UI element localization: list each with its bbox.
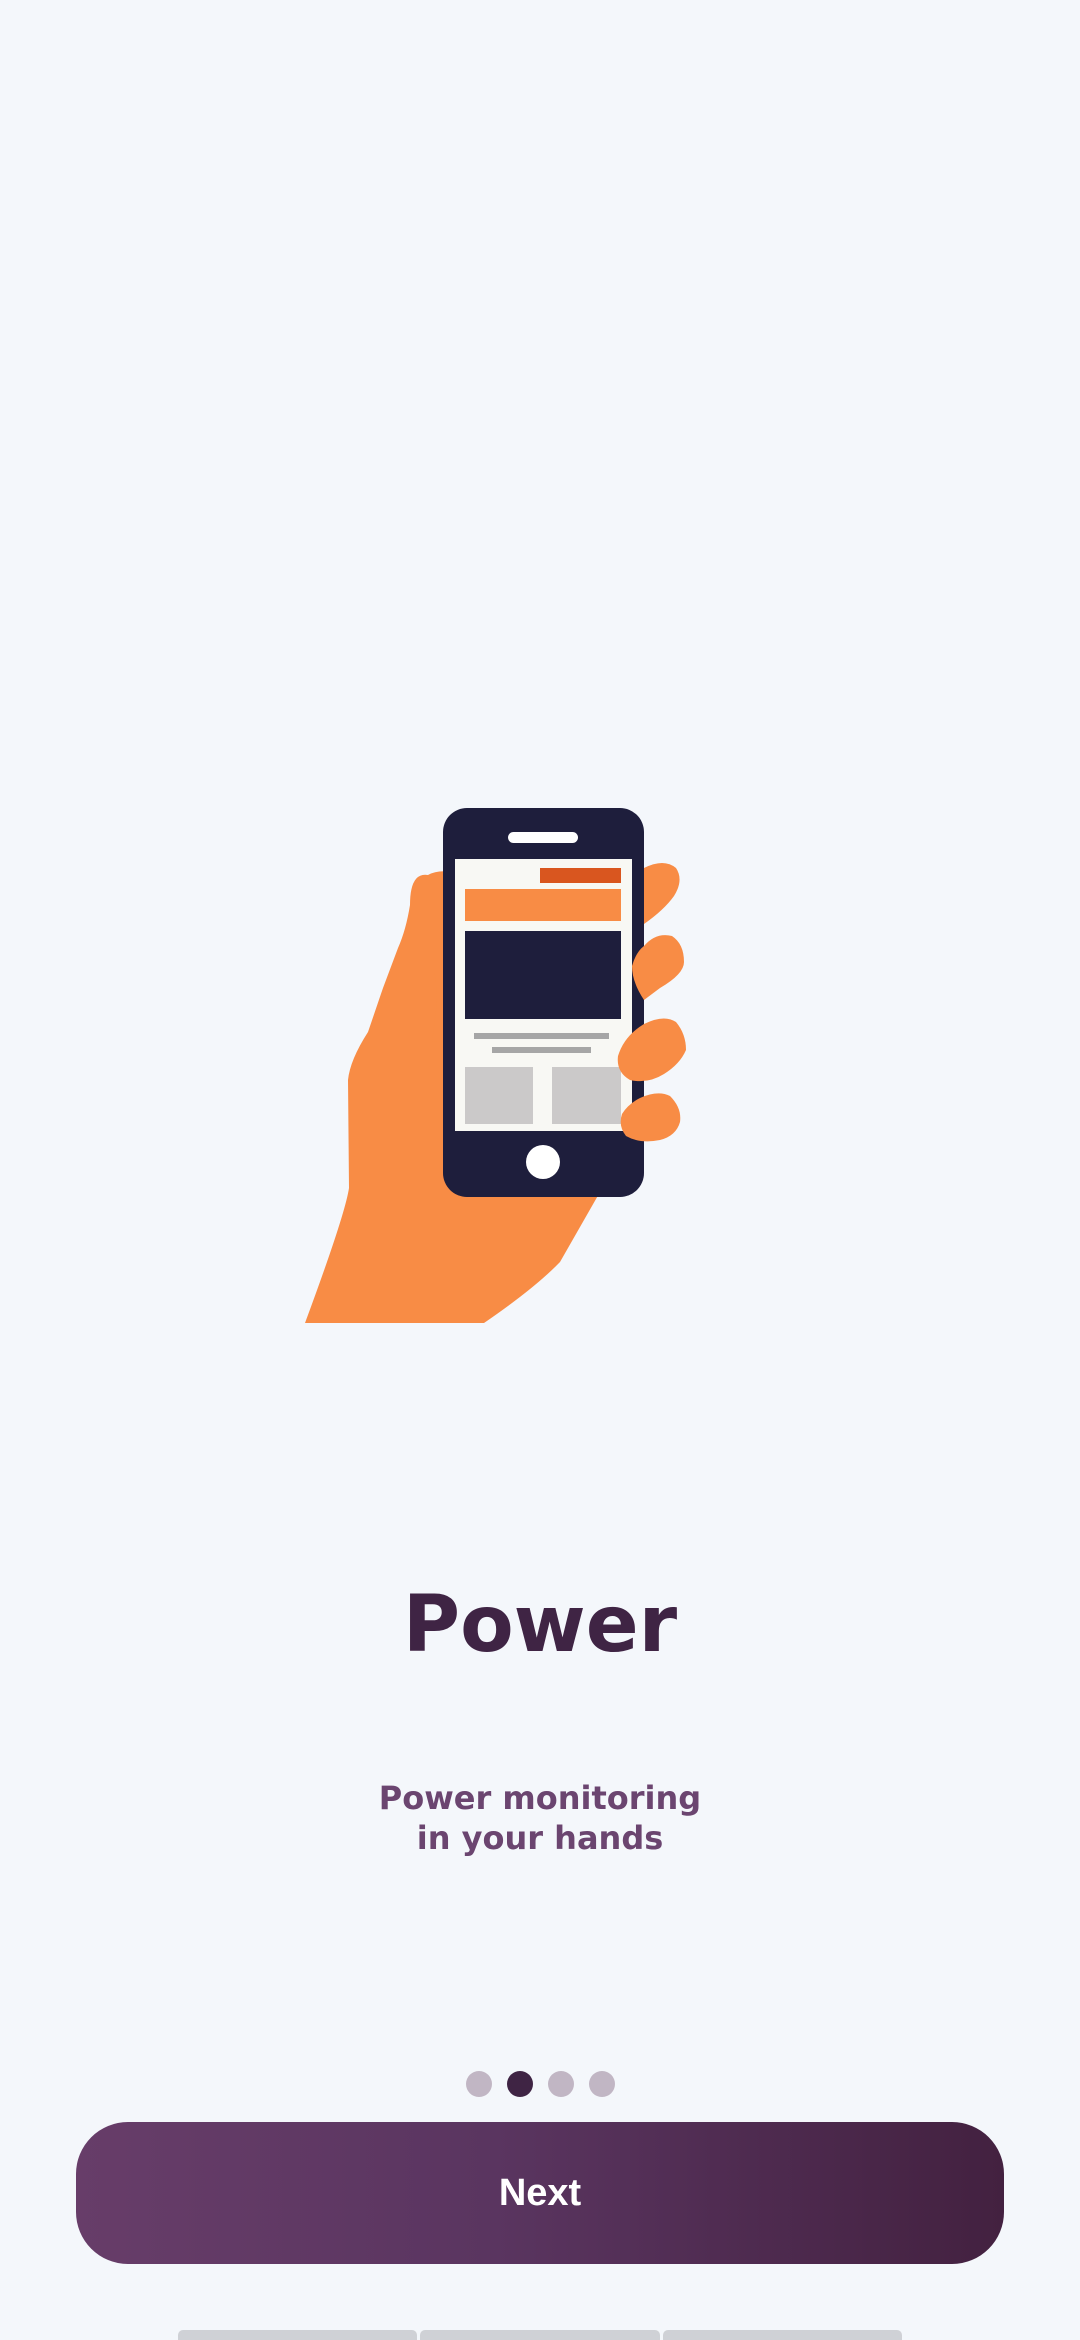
phone-home-button (526, 1145, 560, 1179)
system-home-indicator[interactable] (178, 2330, 902, 2340)
onboarding-subtitle: Power monitoring in your hands (0, 1778, 1080, 1858)
next-button[interactable]: Next (76, 2122, 1004, 2264)
subtitle-line-1: Power monitoring (378, 1779, 702, 1817)
home-indicator-segment (178, 2330, 418, 2340)
page-dot[interactable] (547, 2071, 574, 2097)
page-dot[interactable] (588, 2071, 615, 2097)
home-indicator-segment (662, 2330, 902, 2340)
hand-holding-phone-icon (305, 808, 686, 1323)
phone-speaker (508, 832, 578, 843)
finger-shape (644, 863, 680, 924)
page-dot[interactable] (465, 2071, 492, 2097)
page-indicator (0, 2071, 1080, 2097)
screen-card (552, 1067, 621, 1124)
hand-holding-phone-illustration (305, 808, 686, 1323)
screen-card (465, 1067, 533, 1124)
screen-text-line (492, 1047, 591, 1053)
screen-text-line (474, 1033, 609, 1039)
screen-banner (465, 889, 621, 921)
onboarding-title: Power (402, 1580, 678, 1670)
page-dot[interactable] (506, 2071, 533, 2097)
screen-hero-block (465, 931, 621, 1019)
screen-header-bar (540, 868, 621, 883)
home-indicator-segment (420, 2330, 660, 2340)
subtitle-line-2: in your hands (416, 1819, 664, 1857)
